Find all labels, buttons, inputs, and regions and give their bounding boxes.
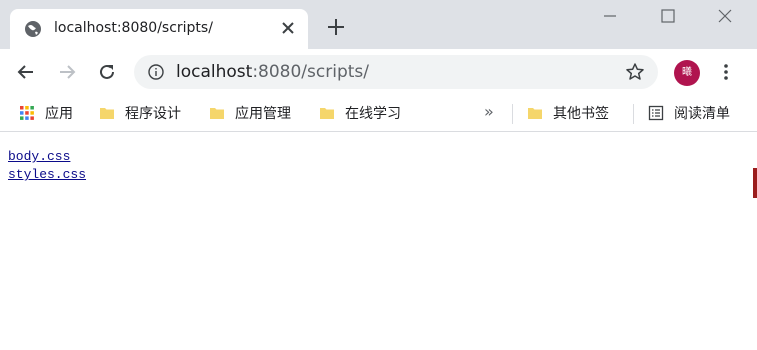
url-host: localhost (176, 62, 253, 82)
reload-icon[interactable] (96, 61, 118, 83)
folder-icon (210, 108, 224, 119)
bookmark-folder-programming[interactable]: 程序设计 (99, 96, 181, 130)
folder-icon (528, 108, 542, 119)
file-link[interactable]: styles.css (8, 166, 86, 183)
divider (633, 104, 634, 124)
folder-icon (100, 108, 114, 119)
bookmark-label: 应用管理 (235, 106, 291, 122)
bookmarks-bar: 应用 程序设计 应用管理 在线学习 » 其他书签 阅读清单 (0, 96, 757, 132)
new-tab-icon[interactable] (326, 17, 346, 37)
divider (512, 104, 513, 124)
minimize-icon[interactable] (600, 6, 620, 26)
bookmark-label: 在线学习 (345, 106, 401, 122)
bookmark-folder-other[interactable]: 其他书签 (527, 96, 609, 130)
profile-avatar[interactable]: 曦 (674, 60, 700, 86)
url-path: :8080/scripts/ (252, 62, 369, 82)
bookmark-label: 程序设计 (125, 106, 181, 122)
apps-grid-icon (20, 106, 34, 120)
bookmark-star-icon[interactable] (625, 62, 645, 82)
bookmark-folder-app-management[interactable]: 应用管理 (209, 96, 291, 130)
reading-list-icon (648, 105, 664, 121)
bookmark-label: 其他书签 (553, 106, 609, 122)
url-text: localhost:8080/scripts/ (176, 62, 369, 82)
page-content: body.css styles.css (0, 133, 757, 350)
edge-marker (753, 168, 757, 198)
address-bar[interactable]: localhost:8080/scripts/ (134, 55, 658, 89)
browser-toolbar: localhost:8080/scripts/ 曦 (0, 49, 757, 96)
file-link[interactable]: body.css (8, 148, 70, 165)
globe-icon (25, 21, 41, 37)
tab-strip: localhost:8080/scripts/ (0, 0, 757, 49)
bookmark-label: 应用 (45, 106, 73, 122)
bookmark-label: 阅读清单 (674, 106, 730, 122)
forward-arrow-icon[interactable] (56, 61, 78, 83)
bookmark-folder-online-learning[interactable]: 在线学习 (319, 96, 401, 130)
bookmarks-overflow-chevron[interactable]: » (484, 102, 494, 121)
tab-close-icon[interactable] (280, 20, 296, 36)
more-menu-icon[interactable] (716, 61, 736, 83)
active-tab[interactable]: localhost:8080/scripts/ (10, 9, 308, 49)
tab-title: localhost:8080/scripts/ (54, 20, 213, 36)
folder-icon (320, 108, 334, 119)
reading-list[interactable]: 阅读清单 (648, 96, 730, 130)
maximize-icon[interactable] (658, 6, 678, 26)
back-arrow-icon[interactable] (15, 61, 37, 83)
close-icon[interactable] (715, 6, 735, 26)
info-icon[interactable] (148, 64, 164, 80)
bookmark-apps[interactable]: 应用 (19, 96, 73, 130)
